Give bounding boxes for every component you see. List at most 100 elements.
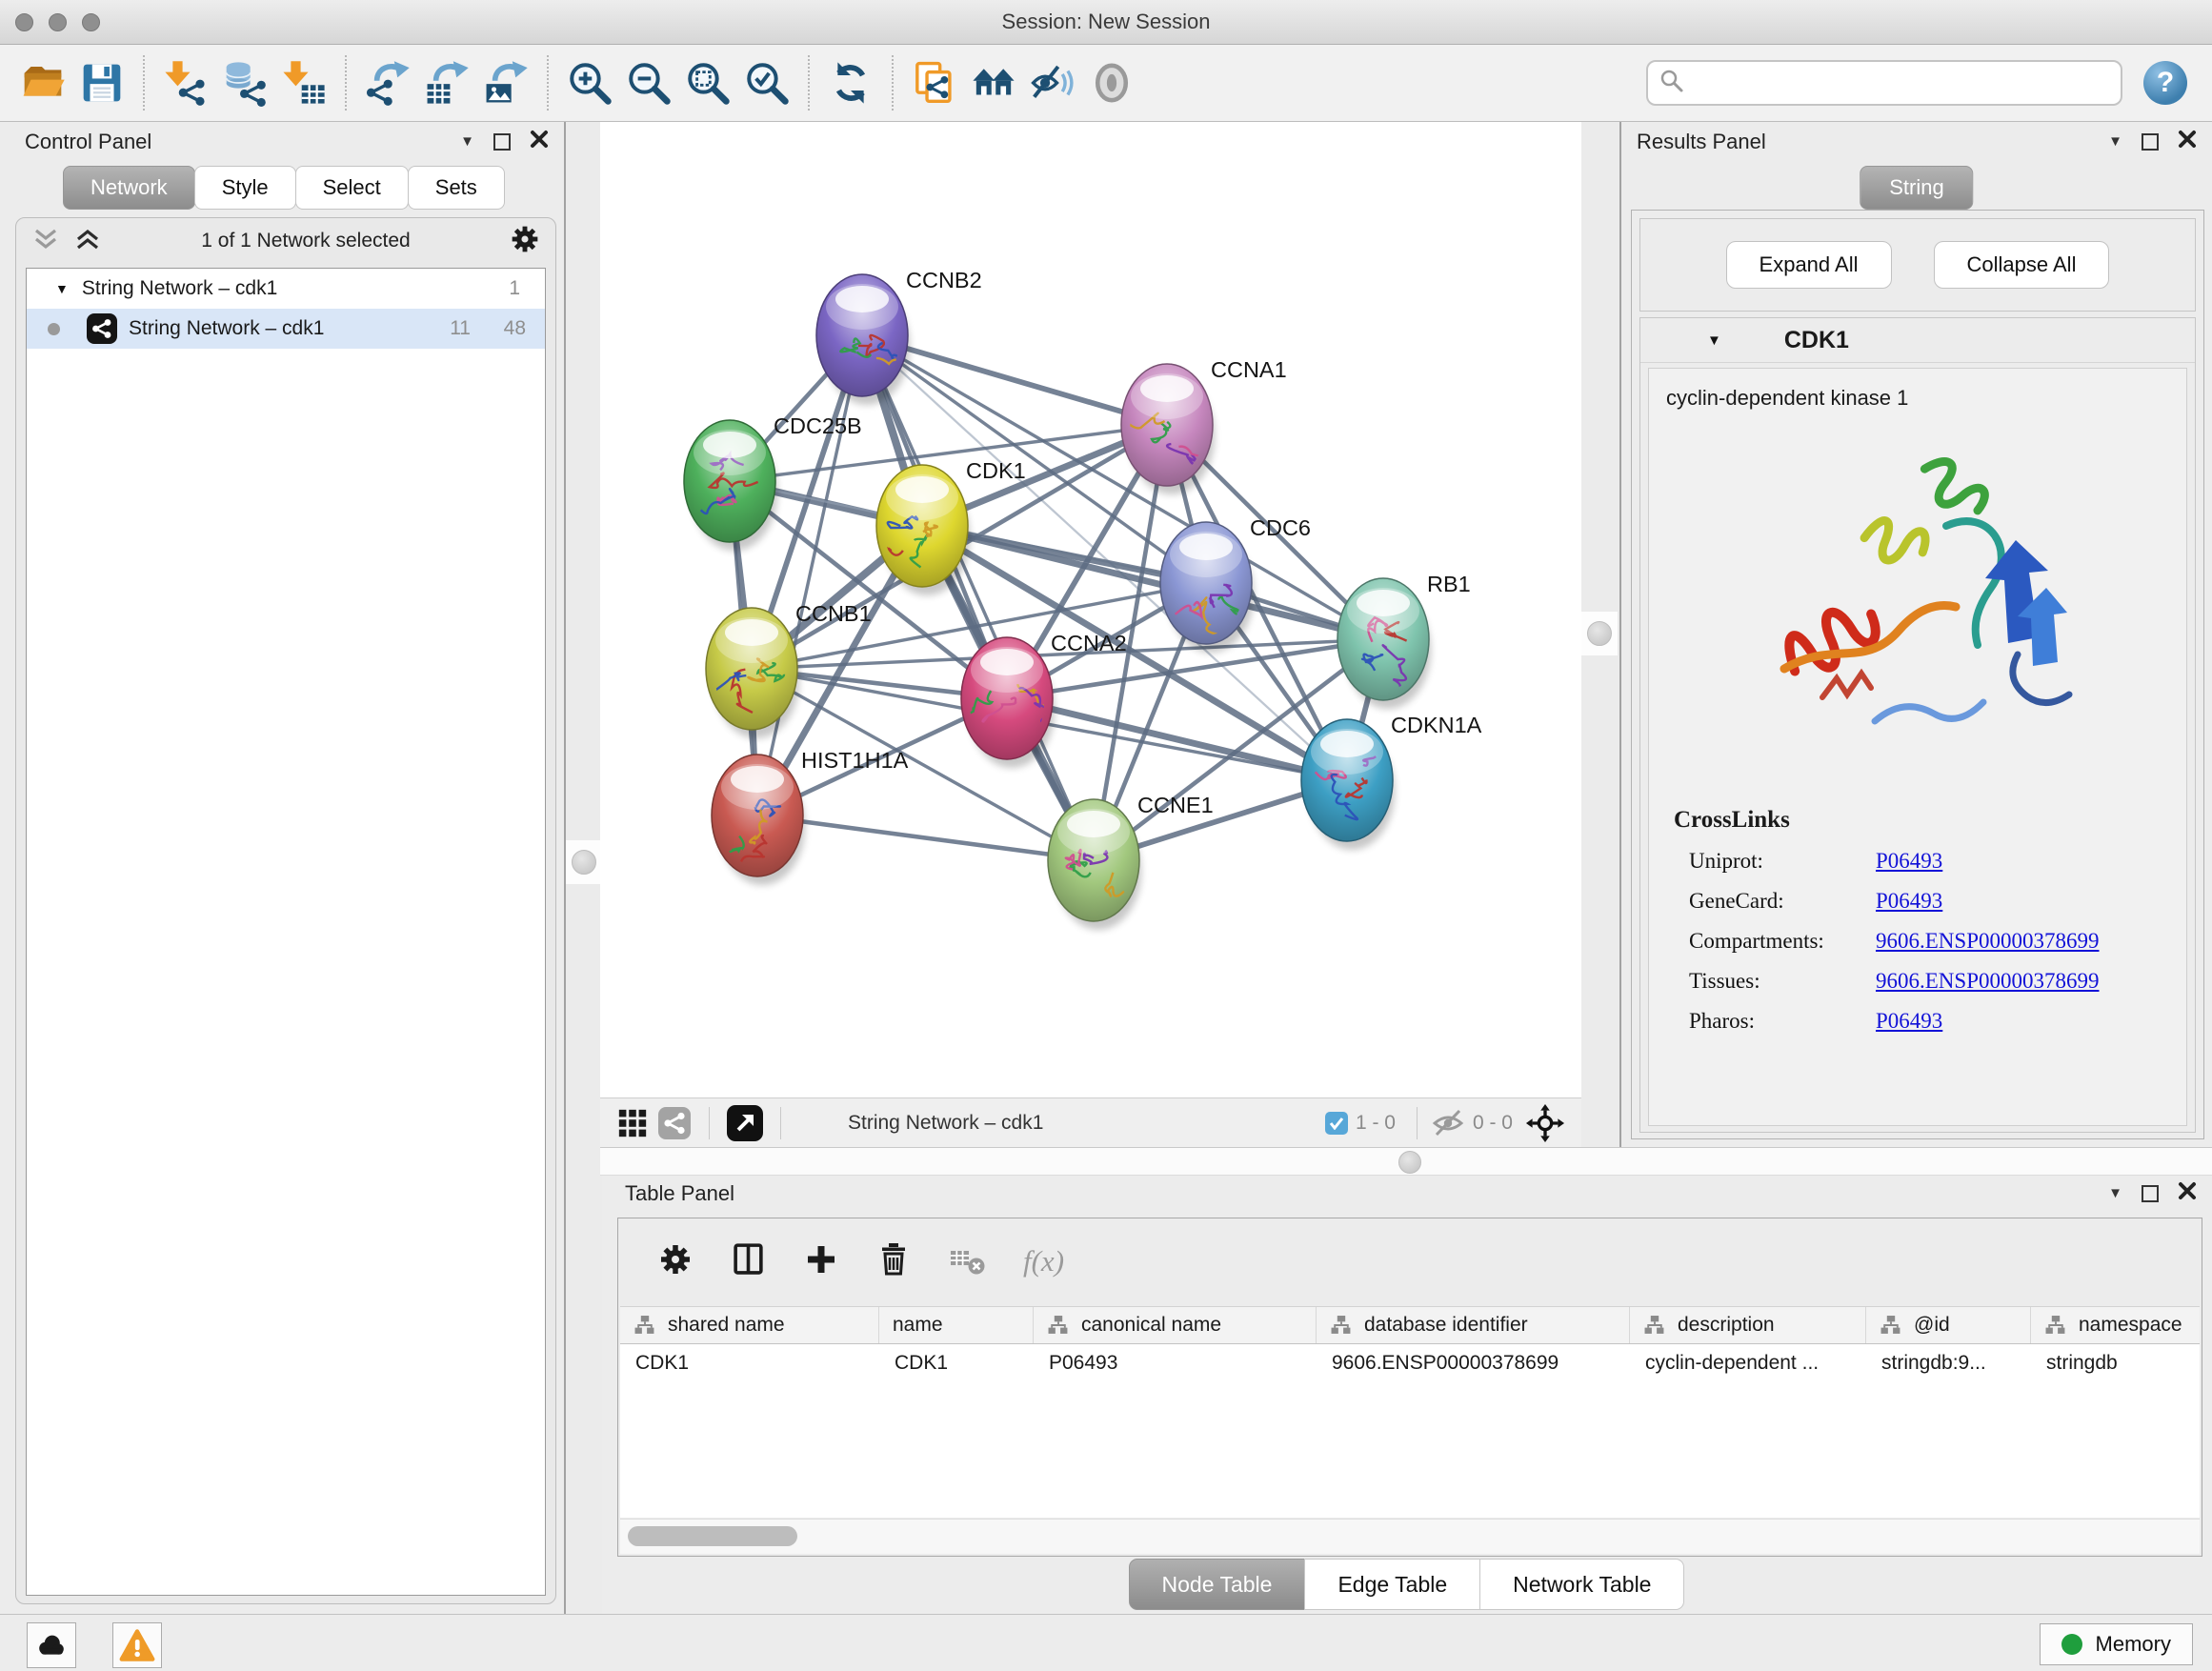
table-horizontal-scrollbar[interactable] — [620, 1519, 2200, 1554]
export-network-icon[interactable] — [358, 53, 417, 112]
share-view-icon[interactable] — [654, 1102, 695, 1144]
zoom-in-icon[interactable] — [560, 53, 619, 112]
crosslink-link[interactable]: P06493 — [1876, 889, 1942, 914]
network-canvas[interactable]: CCNB2CCNA1CDC25BCDK1CDC6RB1CCNB1CCNA2CDK… — [600, 122, 1581, 1097]
export-table-icon[interactable] — [417, 53, 476, 112]
network-node-CCNB2[interactable]: CCNB2 — [816, 268, 982, 405]
show-all-icon[interactable] — [1082, 53, 1141, 112]
tab-string[interactable]: String — [1860, 166, 1973, 210]
table-settings-gear-icon[interactable] — [658, 1242, 693, 1281]
collapse-all-button[interactable]: Collapse All — [1934, 241, 2110, 289]
warning-button[interactable] — [112, 1622, 162, 1668]
table-cell[interactable]: 9606.ENSP00000378699 — [1317, 1344, 1630, 1382]
import-network-database-icon[interactable] — [215, 53, 274, 112]
save-session-icon[interactable] — [72, 53, 131, 112]
network-node-HIST1H1A[interactable]: HIST1H1A — [712, 748, 909, 885]
grid-view-icon[interactable] — [612, 1102, 654, 1144]
crosslink-link[interactable]: P06493 — [1876, 1009, 1942, 1034]
float-panel-icon[interactable] — [493, 133, 511, 151]
gene-header-row[interactable]: ▼ CDK1 — [1640, 318, 2195, 363]
network-node-RB1[interactable]: RB1 — [1337, 572, 1471, 709]
open-session-icon[interactable] — [13, 53, 72, 112]
column-header-name[interactable]: name — [879, 1307, 1034, 1343]
network-collection-row[interactable]: ▼ String Network – cdk1 1 — [27, 269, 545, 309]
refresh-icon[interactable] — [821, 53, 880, 112]
tab-sets[interactable]: Sets — [408, 166, 505, 210]
collapse-panel-icon[interactable]: ▼ — [2108, 131, 2122, 153]
table-cell[interactable]: P06493 — [1034, 1344, 1317, 1382]
network-node-CDC25B[interactable]: CDC25B — [684, 413, 862, 551]
hide-selected-icon[interactable] — [1023, 53, 1082, 112]
detach-view-icon[interactable] — [723, 1101, 767, 1145]
collapse-panel-icon[interactable]: ▼ — [2108, 1182, 2122, 1205]
expand-all-networks-icon[interactable] — [73, 227, 102, 256]
add-column-icon[interactable] — [804, 1242, 838, 1281]
close-panel-icon[interactable] — [530, 130, 549, 153]
export-image-icon[interactable] — [476, 53, 535, 112]
collapse-all-networks-icon[interactable] — [31, 227, 60, 256]
table-cell[interactable]: stringdb — [2031, 1344, 2200, 1382]
tab-network[interactable]: Network — [63, 166, 195, 210]
network-row[interactable]: String Network – cdk1 11 48 — [27, 309, 545, 349]
column-header-namespace[interactable]: namespace — [2031, 1307, 2200, 1343]
left-splitter[interactable] — [564, 122, 602, 1614]
show-columns-icon[interactable] — [731, 1241, 766, 1281]
float-panel-icon[interactable] — [2142, 133, 2159, 151]
search-box[interactable] — [1646, 60, 2122, 106]
network-edge[interactable] — [862, 335, 1094, 860]
selected-checkbox-icon[interactable] — [1325, 1112, 1348, 1135]
network-node-CCNA2[interactable]: CCNA2 — [960, 631, 1127, 768]
table-cell[interactable]: CDK1 — [879, 1344, 1034, 1382]
network-edge[interactable] — [757, 335, 862, 815]
network-node-CCNA1[interactable]: CCNA1 — [1116, 357, 1287, 494]
tab-network-table[interactable]: Network Table — [1479, 1559, 1684, 1610]
crosshair-icon[interactable] — [1520, 1101, 1570, 1145]
scrollbar-thumb[interactable] — [628, 1526, 797, 1546]
table-cell[interactable]: CDK1 — [620, 1344, 879, 1382]
tab-select[interactable]: Select — [295, 166, 409, 210]
table-row[interactable]: CDK1CDK1P064939606.ENSP00000378699cyclin… — [620, 1344, 2200, 1382]
first-neighbors-icon[interactable] — [964, 53, 1023, 112]
column-header-shared-name[interactable]: shared name — [620, 1307, 879, 1343]
network-node-CCNE1[interactable]: CCNE1 — [1048, 793, 1214, 930]
expand-all-button[interactable]: Expand All — [1726, 241, 1892, 289]
crosslink-link[interactable]: 9606.ENSP00000378699 — [1876, 929, 2100, 954]
float-panel-icon[interactable] — [2142, 1185, 2159, 1202]
network-edge[interactable] — [757, 815, 1094, 860]
right-splitter[interactable] — [1581, 122, 1621, 1147]
search-input[interactable] — [1694, 70, 2109, 95]
crosslink-link[interactable]: P06493 — [1876, 849, 1942, 874]
zoom-selected-icon[interactable] — [737, 53, 796, 112]
clear-table-icon[interactable] — [949, 1243, 985, 1280]
splitter-handle[interactable] — [572, 850, 596, 875]
column-header-canonical-name[interactable]: canonical name — [1034, 1307, 1317, 1343]
zoom-out-icon[interactable] — [619, 53, 678, 112]
cloud-button[interactable] — [27, 1622, 76, 1668]
close-panel-icon[interactable] — [2178, 130, 2197, 153]
horizontal-splitter[interactable] — [600, 1147, 2212, 1176]
tab-node-table[interactable]: Node Table — [1129, 1559, 1306, 1610]
network-options-gear-icon[interactable] — [510, 224, 540, 259]
import-network-icon[interactable] — [156, 53, 215, 112]
import-table-icon[interactable] — [274, 53, 333, 112]
column-header-description[interactable]: description — [1630, 1307, 1866, 1343]
help-button[interactable]: ? — [2143, 61, 2187, 105]
network-node-CCNB1[interactable]: CCNB1 — [706, 601, 872, 738]
table-cell[interactable]: stringdb:9... — [1866, 1344, 2031, 1382]
clone-network-icon[interactable] — [905, 53, 964, 112]
close-panel-icon[interactable] — [2178, 1181, 2197, 1205]
network-node-CDKN1A[interactable]: CDKN1A — [1301, 713, 1482, 850]
tab-edge-table[interactable]: Edge Table — [1304, 1559, 1480, 1610]
splitter-handle[interactable] — [1398, 1151, 1421, 1174]
tree-expand-icon[interactable]: ▼ — [55, 281, 69, 296]
column-header-database-identifier[interactable]: database identifier — [1317, 1307, 1630, 1343]
column-header--id[interactable]: @id — [1866, 1307, 2031, 1343]
collapse-section-icon[interactable]: ▼ — [1707, 332, 1721, 349]
table-cell[interactable]: cyclin-dependent ... — [1630, 1344, 1866, 1382]
collapse-panel-icon[interactable]: ▼ — [460, 131, 474, 153]
memory-button[interactable]: Memory — [2040, 1623, 2193, 1665]
splitter-handle[interactable] — [1587, 621, 1612, 646]
crosslink-link[interactable]: 9606.ENSP00000378699 — [1876, 969, 2100, 994]
tab-style[interactable]: Style — [194, 166, 296, 210]
delete-column-icon[interactable] — [876, 1241, 911, 1282]
